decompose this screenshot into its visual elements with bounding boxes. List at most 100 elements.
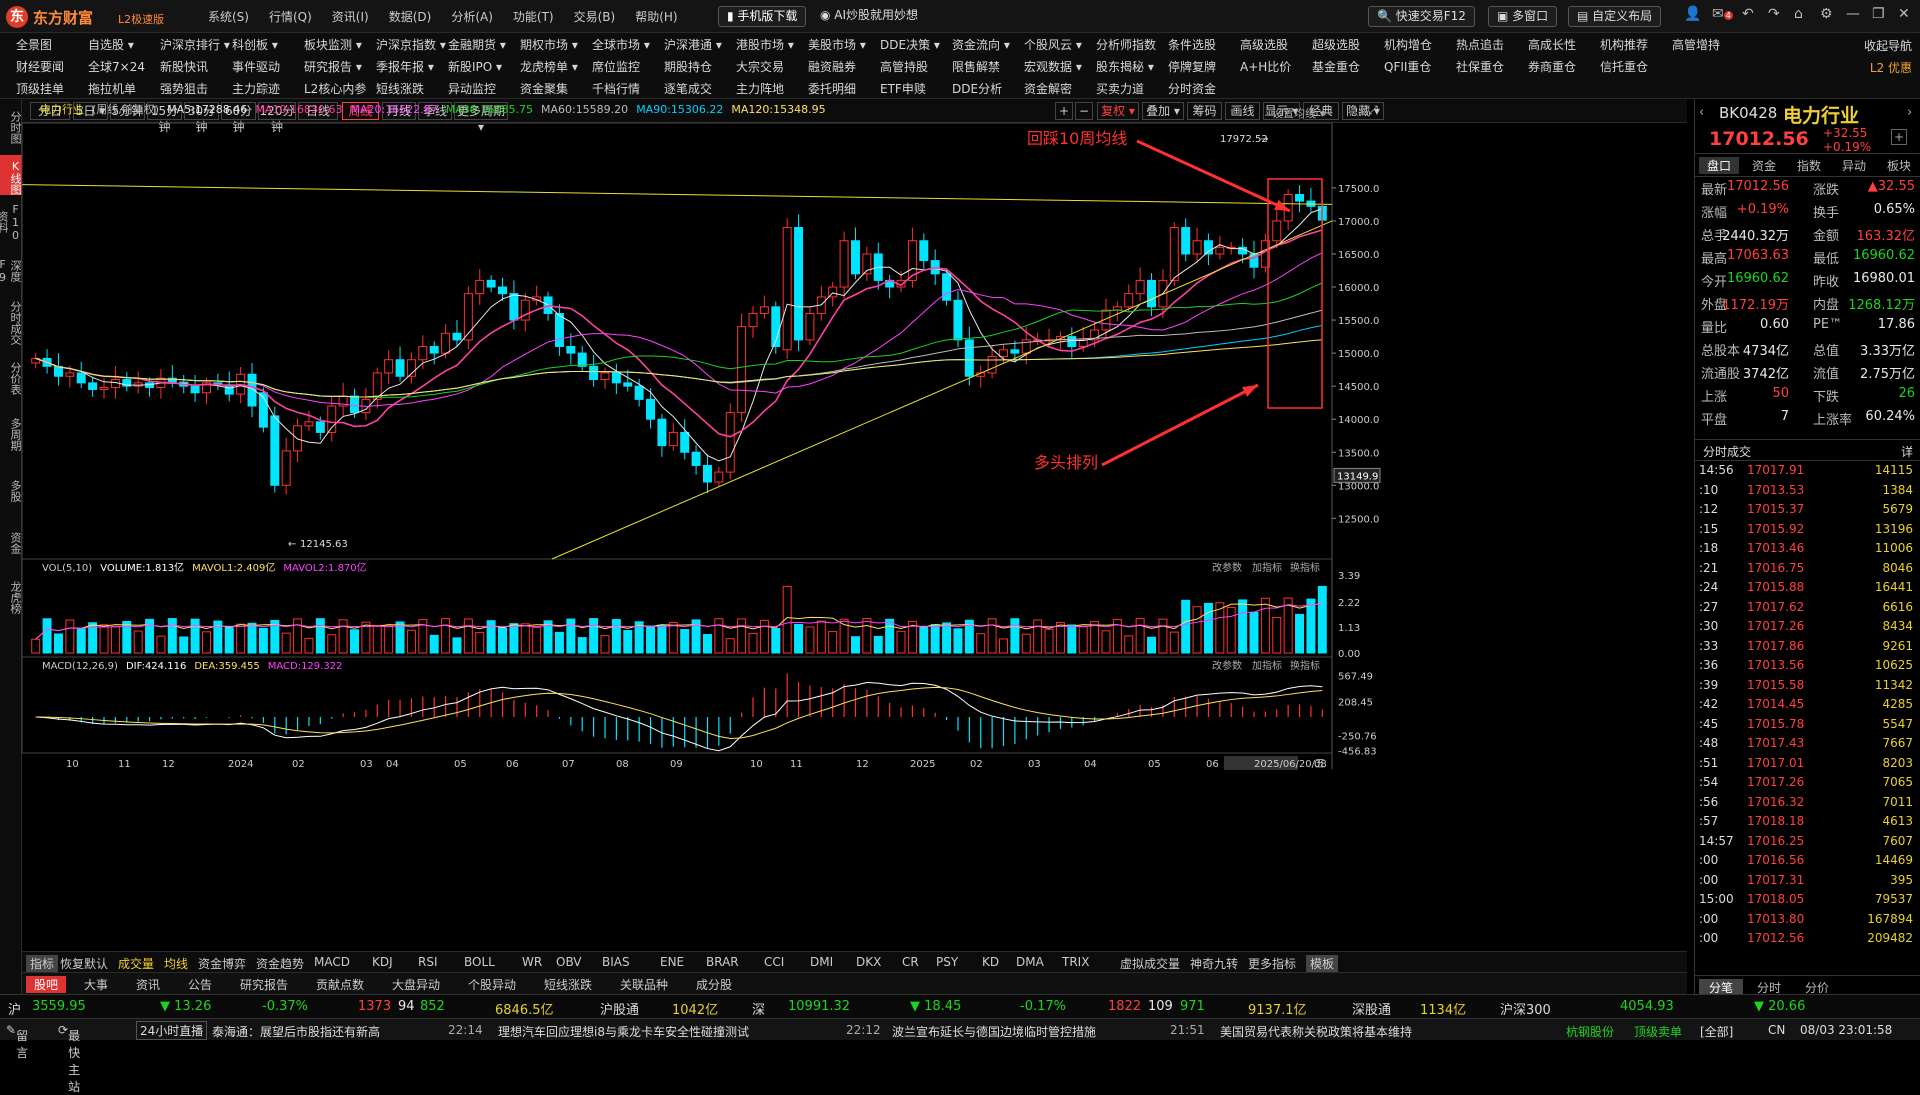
menu-2[interactable]: 资讯(I) [322,8,379,25]
indicator-tab[interactable]: 模板 [1306,955,1339,972]
indicator-tab[interactable]: KD [982,955,999,969]
indicator-tab[interactable]: BIAS [602,955,630,969]
server-button[interactable]: ⟳ 最快主站 [58,1023,80,1094]
nav-item[interactable]: 科创板 ▾ [216,36,288,53]
view-tab[interactable]: 多周期 [0,405,22,459]
indicator-tab[interactable]: OBV [556,955,582,969]
quote-tab[interactable]: 盘口 [1699,157,1739,174]
info-tab[interactable]: 股吧 [26,976,67,993]
info-tab[interactable]: 大事 [78,976,114,993]
nav-item[interactable]: 短线涨跌 [360,80,432,97]
sh-index-value[interactable]: 3559.95 [32,999,86,1014]
minimize-icon[interactable]: — [1846,6,1860,22]
view-tab[interactable]: 龙虎榜 [0,565,22,625]
news-headline-1[interactable]: 泰海通：展望后市股指还有新高 [212,1023,380,1040]
indicator-tab[interactable]: 均线 [164,955,188,972]
view-tab[interactable]: 资金 [0,519,22,563]
vol-switch-indicator-button[interactable]: 换指标 [1290,561,1320,574]
home-icon[interactable]: ⌂ [1794,6,1803,22]
nav-item[interactable]: 融资融券 [792,58,864,75]
live-button[interactable]: 24小时直播 [136,1021,208,1040]
kline-chart-area[interactable]: 电力行业 (周线,前复权) MA5:17288.46 MA10:16830.63 MA2… [21,102,1694,951]
nav-item[interactable]: 买卖力道 [1080,80,1152,97]
info-tab[interactable]: 成分股 [690,976,738,993]
info-tab[interactable]: 研究报告 [234,976,294,993]
view-tab[interactable]: F10资料 [0,197,22,243]
info-tab[interactable]: 大盘异动 [386,976,446,993]
nav-item[interactable]: 高管增持 [1656,36,1728,53]
nav-item[interactable]: 停牌复牌 [1152,58,1224,75]
nav-item[interactable]: 条件选股 [1152,36,1224,53]
nav-item[interactable]: 个股风云 ▾ [1008,36,1082,53]
nav-item[interactable]: A+H比价 [1224,58,1296,75]
indicator-tab[interactable]: MACD [314,955,350,969]
info-tab[interactable]: 贡献点数 [310,976,370,993]
nav-item[interactable]: 资金聚集 [504,80,576,97]
mail-icon[interactable]: ✉ 4 [1712,6,1733,22]
nav-item[interactable]: 自选股 ▾ [72,36,144,53]
nav-item[interactable]: DDE决策 ▾ [864,36,940,53]
nav-item[interactable]: 期股持仓 [648,58,720,75]
nav-item[interactable]: 高级选股 [1224,36,1296,53]
indicator-tab[interactable]: 指标 [26,955,59,972]
chart-tool-button[interactable]: 画线 [1225,102,1260,120]
restore-icon[interactable]: ❐ [1872,6,1885,22]
indicator-tab[interactable]: KDJ [372,955,393,969]
nav-item[interactable]: 强势狙击 [144,80,216,97]
nav-item[interactable]: 席位监控 [576,58,648,75]
indicator-tab[interactable]: 更多指标 [1248,955,1296,972]
indicator-tab[interactable]: DMA [1016,955,1044,969]
menu-3[interactable]: 数据(D) [379,8,442,25]
hs300-value[interactable]: 4054.93 [1620,999,1674,1014]
indicator-tab[interactable]: ENE [660,955,684,969]
indicator-tab[interactable]: DMI [810,955,833,969]
nav-item[interactable]: 财经要闻 [0,58,72,75]
alert-filter[interactable]: [全部] [1700,1023,1733,1040]
news-headline-4[interactable]: 美国贸易代表称关税政策将基本维持 [1220,1023,1556,1040]
indicator-tab[interactable]: CCI [764,955,784,969]
nav-item[interactable]: 全球市场 ▾ [576,36,650,53]
menu-5[interactable]: 功能(T) [503,8,564,25]
menu-0[interactable]: 系统(S) [198,8,259,25]
nav-item[interactable]: 分时资金 [1152,80,1224,97]
view-tab[interactable]: 深度F9 [0,245,22,293]
nav-item[interactable]: 事件驱动 [216,58,288,75]
nav-item[interactable]: 新股IPO ▾ [432,58,504,75]
zoom-in-icon[interactable]: + [1055,102,1073,120]
menu-6[interactable]: 交易(B) [564,8,626,25]
message-button[interactable]: ✎ 留言 [6,1023,28,1060]
quote-tab[interactable]: 指数 [1789,157,1829,174]
nav-item[interactable]: 券商重仓 [1512,58,1584,75]
nav-item[interactable]: 委托明细 [792,80,864,97]
nav-item[interactable]: 新股快讯 [144,58,216,75]
indicator-tab[interactable]: 资金博弈 [198,955,246,972]
view-tab[interactable]: K线图 [0,155,22,195]
back-icon[interactable]: ↶ [1742,6,1754,22]
view-tab[interactable]: 多股 [0,461,22,517]
nav-left-icon[interactable]: ‹ [1699,105,1704,120]
nav-item[interactable]: 沪深港通 ▾ [648,36,722,53]
nav-item[interactable]: 主力踪迹 [216,80,288,97]
indicator-tab[interactable]: 虚拟成交量 [1120,955,1180,972]
indicator-tab[interactable]: 神奇九转 [1190,955,1238,972]
quick-trade-button[interactable]: 🔍 快速交易F12 [1368,6,1475,27]
nav-item[interactable]: 全球7×24 [72,58,145,75]
chart-tool-button[interactable]: 筹码 [1187,102,1222,120]
view-tab[interactable]: 分时图 [0,99,22,151]
nav-item[interactable]: 季报年报 ▾ [360,58,434,75]
info-tab[interactable]: 公告 [182,976,218,993]
expand-icon[interactable]: ⤢ [1362,102,1384,120]
nav-item[interactable]: 顶级挂单 [0,80,72,97]
info-tab[interactable]: 个股异动 [462,976,522,993]
nav-item[interactable]: 高管持股 [864,58,936,75]
news-headline-2[interactable]: 理想汽车回应理想i8与乘龙卡车安全性碰撞测试 [498,1023,749,1040]
nav-item[interactable]: 基金重仓 [1296,58,1368,75]
nav-item[interactable]: 宏观数据 ▾ [1008,58,1082,75]
quote-tab[interactable]: 资金 [1744,157,1784,174]
nav-item[interactable]: 沪深京指数 ▾ [360,36,446,53]
nav-right-icon[interactable]: › [1907,105,1912,120]
menu-1[interactable]: 行情(Q) [259,8,322,25]
indicator-tab[interactable]: DKX [856,955,881,969]
indicator-tab[interactable]: BOLL [464,955,495,969]
info-tab[interactable]: 关联品种 [614,976,674,993]
